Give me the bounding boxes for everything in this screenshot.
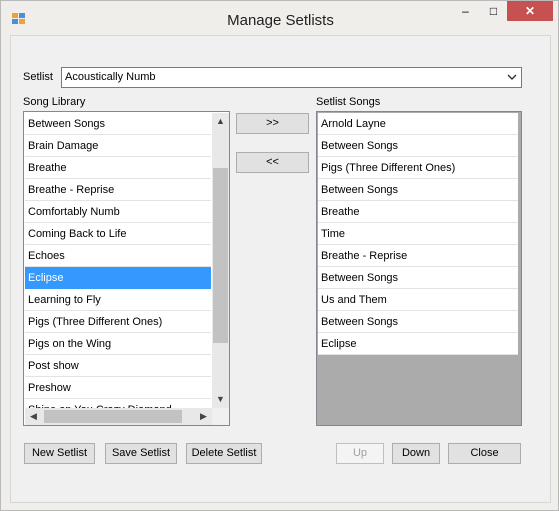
- list-item[interactable]: Arnold Layne: [318, 113, 518, 135]
- list-item[interactable]: Us and Them: [318, 289, 518, 311]
- library-scroll-thumb[interactable]: [213, 168, 228, 343]
- list-item[interactable]: Breathe: [25, 157, 211, 179]
- list-item[interactable]: Comfortably Numb: [25, 201, 211, 223]
- close-button[interactable]: Close: [448, 443, 521, 464]
- move-up-button[interactable]: Up: [336, 443, 384, 464]
- list-item[interactable]: Between Songs: [318, 267, 518, 289]
- setlist-songs-list[interactable]: Arnold Layne Between Songs Pigs (Three Dif…: [316, 111, 522, 426]
- list-item[interactable]: Pigs (Three Different Ones): [25, 311, 211, 333]
- list-item[interactable]: Breathe - Reprise: [318, 245, 518, 267]
- move-down-button[interactable]: Down: [392, 443, 440, 464]
- setlist-dropdown-value: Acoustically Numb: [65, 71, 156, 83]
- save-setlist-button[interactable]: Save Setlist: [105, 443, 177, 464]
- add-to-setlist-button[interactable]: >>: [236, 113, 309, 134]
- setlist-label: Setlist: [23, 71, 53, 83]
- list-item[interactable]: Pigs on the Wing: [25, 333, 211, 355]
- close-window-button[interactable]: ✕: [507, 1, 553, 21]
- library-hscroll-thumb[interactable]: [44, 410, 182, 423]
- list-item[interactable]: Breathe: [318, 201, 518, 223]
- list-item[interactable]: Pigs (Three Different Ones): [318, 157, 518, 179]
- setlist-songs-label: Setlist Songs: [316, 96, 381, 108]
- arrow-left-icon[interactable]: ◀: [25, 408, 42, 425]
- list-item[interactable]: Eclipse: [25, 267, 211, 289]
- remove-from-setlist-button[interactable]: <<: [236, 152, 309, 173]
- scrollbar-corner: [212, 408, 229, 425]
- list-item[interactable]: Between Songs: [318, 311, 518, 333]
- list-item[interactable]: Coming Back to Life: [25, 223, 211, 245]
- list-item[interactable]: Preshow: [25, 377, 211, 399]
- list-item[interactable]: Echoes: [25, 245, 211, 267]
- library-vertical-scrollbar[interactable]: ▲ ▼: [212, 113, 229, 408]
- maximize-button[interactable]: □: [480, 1, 507, 21]
- new-setlist-button[interactable]: New Setlist: [24, 443, 95, 464]
- song-library-label: Song Library: [23, 96, 86, 108]
- list-item[interactable]: Eclipse: [318, 333, 518, 355]
- list-item[interactable]: Time: [318, 223, 518, 245]
- list-item[interactable]: Between Songs: [318, 179, 518, 201]
- library-horizontal-scrollbar[interactable]: ◀ ▶: [25, 408, 212, 425]
- song-library-list[interactable]: Between Songs Brain Damage Breathe Breathe …: [23, 111, 230, 426]
- list-item[interactable]: Post show: [25, 355, 211, 377]
- manage-setlists-window: Manage Setlists – □ ✕ Setlist Acoustical…: [0, 0, 559, 511]
- title-bar[interactable]: Manage Setlists – □ ✕: [1, 1, 558, 35]
- arrow-up-icon[interactable]: ▲: [212, 113, 229, 130]
- list-item[interactable]: Between Songs: [318, 135, 518, 157]
- arrow-right-icon[interactable]: ▶: [195, 408, 212, 425]
- minimize-button[interactable]: –: [452, 1, 479, 21]
- list-item[interactable]: Between Songs: [25, 113, 211, 135]
- list-item[interactable]: Breathe - Reprise: [25, 179, 211, 201]
- delete-setlist-button[interactable]: Delete Setlist: [186, 443, 262, 464]
- list-item[interactable]: Learning to Fly: [25, 289, 211, 311]
- arrow-down-icon[interactable]: ▼: [212, 391, 229, 408]
- setlist-dropdown[interactable]: Acoustically Numb: [61, 67, 522, 88]
- chevron-down-icon: [507, 74, 517, 80]
- list-item[interactable]: Brain Damage: [25, 135, 211, 157]
